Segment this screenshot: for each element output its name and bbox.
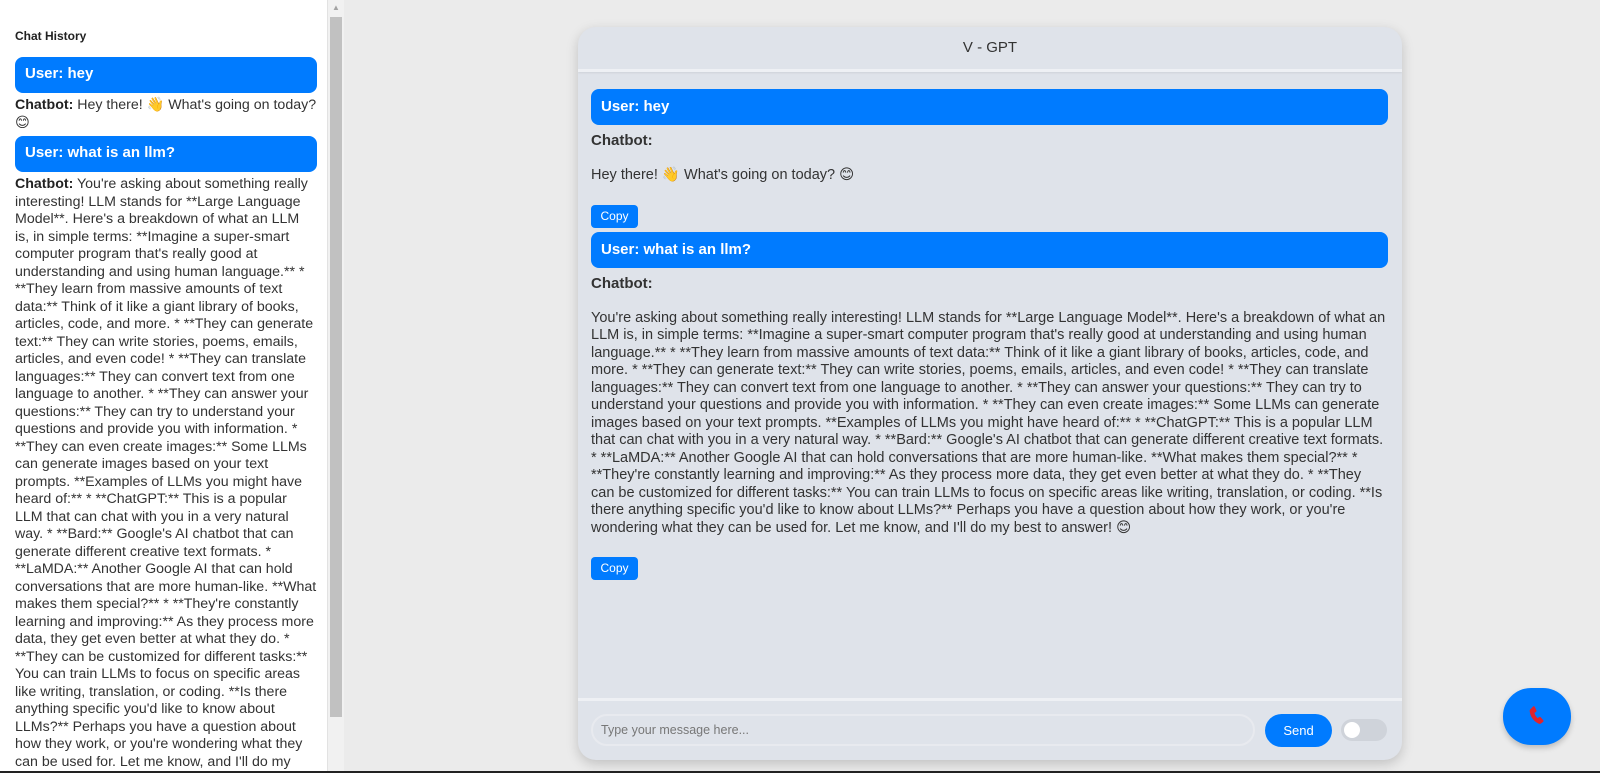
scrollbar-thumb[interactable]	[330, 17, 342, 717]
copy-button[interactable]: Copy	[591, 557, 638, 580]
user-message: User: hey	[591, 89, 1388, 125]
message-input[interactable]	[591, 714, 1255, 746]
chat-window: V - GPT User: hey Chatbot: Hey there! 👋 …	[578, 27, 1402, 760]
bot-label: Chatbot:	[591, 274, 653, 292]
scroll-up-arrow-icon[interactable]: ▲	[328, 0, 344, 16]
chat-title: V - GPT	[578, 27, 1402, 72]
toggle-knob	[1344, 722, 1360, 738]
history-bot-text: You're asking about something really int…	[15, 176, 317, 773]
bot-message-text: You're asking about something really int…	[591, 309, 1386, 536]
chat-history-sidebar: Chat History User: hey Chatbot: Hey ther…	[0, 0, 327, 773]
bot-message-text: Hey there! 👋 What's going on today? 😊	[591, 167, 855, 183]
history-bot-message: Chatbot: Hey there! 👋 What's going on to…	[15, 97, 317, 132]
copy-button[interactable]: Copy	[591, 204, 638, 228]
history-bot-label: Chatbot:	[15, 176, 74, 192]
history-user-message: User: what is an llm?	[15, 136, 317, 172]
history-bot-label: Chatbot:	[15, 97, 74, 113]
sidebar-scrollbar[interactable]: ▲	[327, 0, 344, 773]
mode-toggle[interactable]	[1341, 719, 1387, 741]
chat-input-bar: Send	[578, 698, 1402, 760]
bot-label: Chatbot:	[591, 132, 653, 149]
history-bot-message: Chatbot: You're asking about something r…	[15, 176, 317, 773]
chat-messages: User: hey Chatbot: Hey there! 👋 What's g…	[578, 72, 1402, 684]
chat-history-title: Chat History	[15, 29, 87, 43]
phone-icon	[1529, 706, 1544, 724]
user-message: User: what is an llm?	[591, 231, 1388, 268]
history-user-message: User: hey	[15, 57, 317, 93]
call-button[interactable]	[1503, 688, 1571, 745]
send-button[interactable]: Send	[1265, 714, 1332, 747]
